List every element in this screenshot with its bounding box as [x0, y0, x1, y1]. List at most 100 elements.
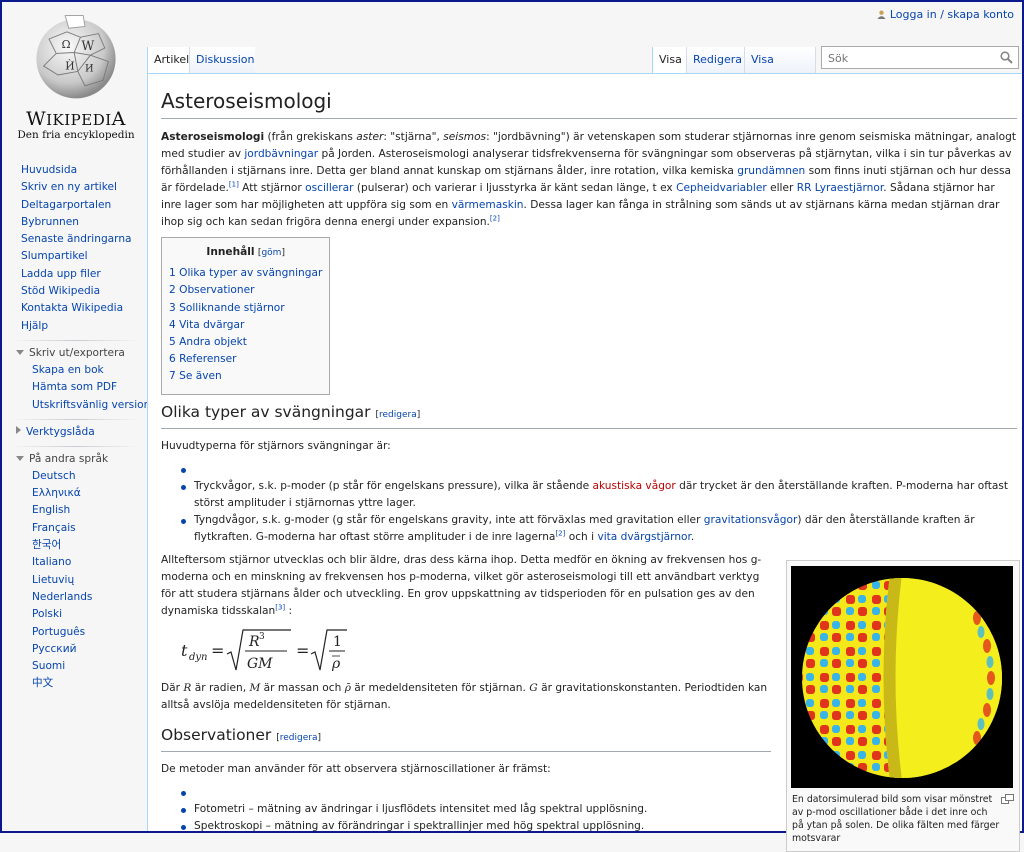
svg-text:t: t	[181, 641, 188, 660]
link-rr-lyrae[interactable]: RR Lyraestjärnor	[797, 182, 884, 194]
sidebar-language-link[interactable]: 中文	[2, 675, 147, 692]
sidebar-language-link[interactable]: English	[2, 502, 147, 519]
link-akustiska-vagor[interactable]: akustiska vågor	[592, 480, 675, 492]
link-vita-dvargstjarnor[interactable]: vita dvärgstjärnor	[597, 531, 690, 543]
thumbnail-caption: En datorsimulerad bild som visar mönstre…	[792, 794, 1000, 844]
sidebar-nav-link[interactable]: Bybrunnen	[2, 214, 147, 231]
link-oscillerar[interactable]: oscillerar	[305, 182, 353, 194]
sidebar-language-link[interactable]: Lietuvių	[2, 572, 147, 589]
wikipedia-logo[interactable]: W Ω Ѝ И WIKIPEDIA Den fria encyklopedin	[16, 12, 136, 142]
svg-text:И: И	[85, 63, 94, 74]
sidebar-language-link[interactable]: Ελληνικά	[2, 485, 147, 502]
languages-heading[interactable]: På andra språk	[2, 451, 147, 468]
sidebar-language-link[interactable]: 한국어	[2, 537, 147, 554]
sidebar-language-link[interactable]: Nederlands	[2, 589, 147, 606]
sidebar-nav-link[interactable]: Huvudsida	[2, 162, 147, 179]
search-box	[821, 46, 1019, 69]
sidebar-nav-link[interactable]: Hjälp	[2, 318, 147, 335]
sidebar-language-link[interactable]: Русский	[2, 641, 147, 658]
sidebar-print-link[interactable]: Hämta som PDF	[2, 379, 147, 396]
svg-text:dyn: dyn	[189, 652, 208, 663]
chevron-down-icon	[16, 349, 24, 355]
login-link[interactable]: Logga in / skapa konto	[890, 8, 1014, 21]
sidebar-nav-link[interactable]: Senaste ändringarna	[2, 231, 147, 248]
sidebar-language-link[interactable]: Italiano	[2, 554, 147, 571]
sidebar-nav-link[interactable]: Slumpartikel	[2, 248, 147, 265]
personal-tools: Logga in / skapa konto	[877, 8, 1014, 21]
toc-hide-link[interactable]: göm	[261, 248, 281, 258]
edit-section-link[interactable]: redigera	[280, 733, 318, 743]
svg-text:GM: GM	[247, 656, 273, 672]
sidebar-nav-link[interactable]: Kontakta Wikipedia	[2, 300, 147, 317]
link-cepheidvariabler[interactable]: Cepheidvariabler	[676, 182, 767, 194]
sun-oscillation-image[interactable]	[791, 566, 1013, 788]
ref-link[interactable]: [3]	[275, 603, 285, 611]
sidebar-print-link[interactable]: Utskriftsvänlig version	[2, 397, 150, 414]
tab-article[interactable]: Artikel	[147, 47, 189, 73]
svg-text:W: W	[81, 38, 94, 53]
puzzle-globe-icon: W Ω Ѝ И	[36, 15, 116, 99]
svg-text:1: 1	[333, 634, 342, 650]
toc-item[interactable]: 4 Vita dvärgar	[169, 317, 322, 334]
dynamic-timescale-formula: t dyn = R 3 GM = 1 ρ	[181, 629, 347, 672]
sidebar-print-link[interactable]: Skapa en bok	[2, 362, 147, 379]
svg-text:ρ: ρ	[331, 656, 341, 672]
sidebar-language-link[interactable]: Français	[2, 520, 147, 537]
sidebar-language-link[interactable]: Deutsch	[2, 468, 147, 485]
tab-edit[interactable]: Redigera	[686, 47, 744, 73]
toc-item[interactable]: 6 Referenser	[169, 351, 322, 368]
tab-history[interactable]: Visa historik	[744, 47, 816, 92]
toolbox-heading[interactable]: Verktygslåda	[2, 424, 147, 441]
paragraph: Där R är radien, M är massan och ρ̄ är m…	[161, 681, 768, 711]
image-thumbnail: En datorsimulerad bild som visar mönstre…	[786, 560, 1020, 852]
toc-list: 1 Olika typer av svängningar 2 Observatio…	[169, 265, 322, 385]
navigation-menu: Huvudsida Skriv en ny artikel Deltagarport…	[2, 162, 147, 335]
toc-item[interactable]: 2 Observationer	[169, 282, 322, 299]
link-varmemaskin[interactable]: värmemaskin	[452, 199, 524, 211]
sidebar-nav-link[interactable]: Stöd Wikipedia	[2, 283, 147, 300]
svg-text:Ѝ: Ѝ	[65, 59, 74, 73]
list-item: Tryckvågor, s.k. p-moder (p står för eng…	[181, 478, 1017, 512]
toc-title: Innehåll [göm]	[206, 246, 285, 258]
divider	[12, 418, 139, 420]
list-item	[181, 461, 1017, 478]
toc-item[interactable]: 1 Olika typer av svängningar	[169, 265, 322, 282]
toc-item[interactable]: 3 Solliknande stjärnor	[169, 300, 322, 317]
svg-text:3: 3	[259, 632, 265, 642]
edit-section-link[interactable]: redigera	[379, 410, 417, 420]
ref-link[interactable]: [1]	[229, 180, 239, 188]
chevron-down-icon	[16, 455, 24, 461]
bullet-list: Tryckvågor, s.k. p-moder (p står för eng…	[161, 461, 1017, 546]
toc-item[interactable]: 5 Andra objekt	[169, 334, 322, 351]
print-export-menu: Skapa en bok Hämta som PDF Utskriftsvänlig…	[2, 362, 150, 414]
sidebar-language-link[interactable]: Suomi	[2, 658, 147, 675]
divider	[12, 445, 139, 447]
sidebar-nav-link[interactable]: Deltagarportalen	[2, 197, 147, 214]
ref-link[interactable]: [2]	[555, 529, 565, 537]
print-export-heading[interactable]: Skriv ut/exportera	[2, 345, 147, 362]
intro-paragraph: Asteroseismologi (från grekiskans aster:…	[161, 131, 1016, 228]
list-item: Tyngdvågor, s.k. g-moder (g står för eng…	[181, 512, 1017, 546]
section-heading: Observationer [redigera]	[161, 724, 771, 752]
link-gravitationsvagor[interactable]: gravitationsvågor	[704, 514, 798, 526]
table-of-contents: Innehåll [göm] 1 Olika typer av svängnin…	[161, 237, 331, 395]
svg-text:=: =	[296, 641, 309, 660]
link-jordbavningar[interactable]: jordbävningar	[244, 148, 318, 160]
sidebar-language-link[interactable]: Português	[2, 624, 147, 641]
enlarge-icon[interactable]	[1001, 794, 1014, 804]
ref-link[interactable]: [2]	[490, 214, 500, 222]
tagline: Den fria encyklopedin	[17, 129, 135, 141]
divider	[12, 339, 139, 341]
sidebar-nav-link[interactable]: Ladda upp filer	[2, 266, 147, 283]
svg-text:=: =	[211, 641, 224, 660]
link-grundamnen[interactable]: grundämnen	[737, 165, 805, 177]
toc-item[interactable]: 7 Se även	[169, 368, 322, 385]
tab-view[interactable]: Visa	[652, 47, 686, 73]
sidebar-nav-link[interactable]: Skriv en ny artikel	[2, 179, 147, 196]
sidebar-language-link[interactable]: Polski	[2, 606, 147, 623]
section-heading: Olika typer av svängningar [redigera]	[161, 401, 1017, 429]
search-input[interactable]	[826, 48, 1000, 69]
search-icon[interactable]	[1000, 51, 1013, 64]
tab-discussion[interactable]: Diskussion	[189, 47, 255, 73]
page-title: Asteroseismologi	[161, 88, 1017, 119]
